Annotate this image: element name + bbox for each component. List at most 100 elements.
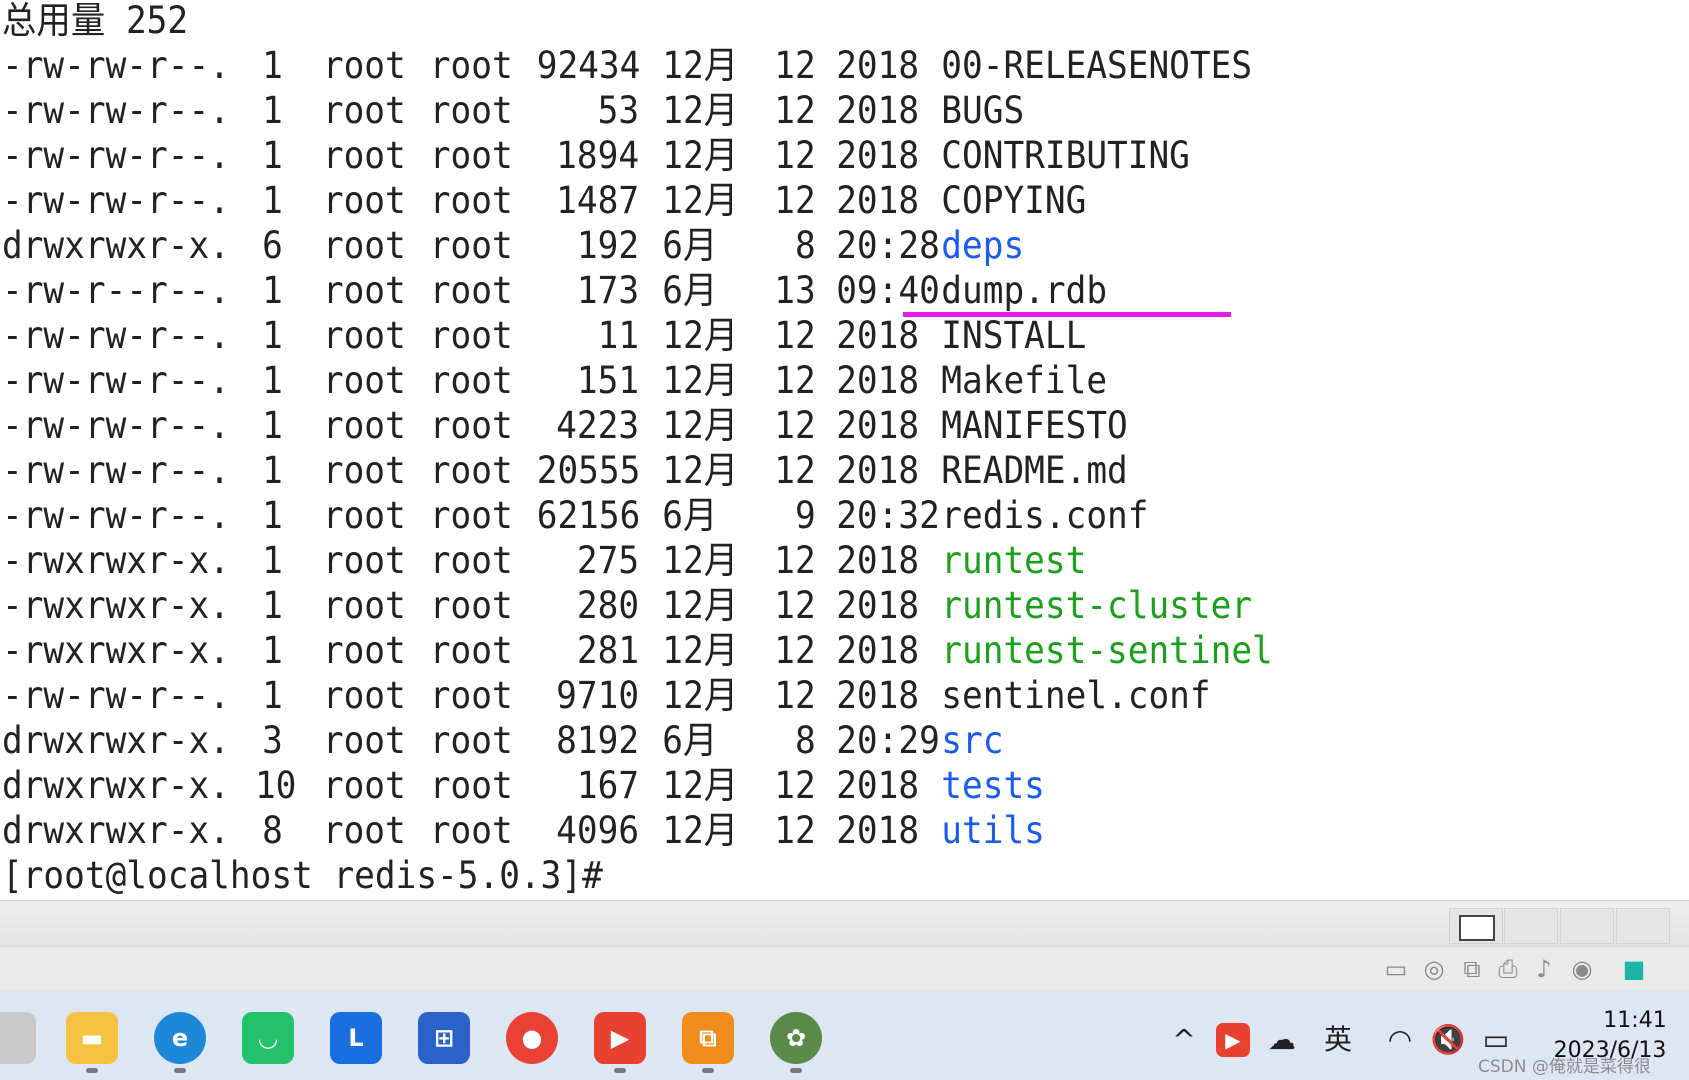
store-icon[interactable]: ⊞ [418,1012,470,1064]
listing-row: -rw-rw-r--. 1 root root 9710 12月 12 2018 sentine… [2,673,1537,718]
cell-owner: root [322,584,406,627]
listing-row: -rw-rw-r--. 1 root root 1487 12月 12 2018 COPYING [2,178,1537,223]
window-view-icon [1459,915,1495,941]
running-indicator [614,1068,626,1073]
vmware-icon[interactable]: ⧉ [682,1012,734,1064]
cell-perms: drwxrwxr-x. [2,224,230,267]
printer-icon[interactable]: ⎙ [1494,955,1522,983]
cell-month: 12月 [662,449,739,492]
note-icon[interactable]: ■ [1620,955,1648,983]
cell-links: 1 [262,89,283,132]
ime-indicator[interactable]: 英 [1318,1020,1358,1060]
cell-size: 167 [576,764,640,807]
cell-group: root [429,89,513,132]
cell-name: CONTRIBUTING [941,134,1190,177]
cell-time: 2018 [836,89,920,132]
terminal-window[interactable]: 总用量 252 -rw-rw-r--. 1 root root 92434 12月 12 20… [0,0,1689,900]
cell-links: 1 [262,134,283,177]
cell-time: 2018 [836,809,920,852]
cell-owner: root [322,494,406,537]
cell-perms: -rwxrwxr-x. [2,539,230,582]
cell-owner: root [322,719,406,762]
wps-tray-icon[interactable]: ▶ [1216,1023,1250,1057]
cell-group: root [429,44,513,87]
cell-group: root [429,269,513,312]
wps-icon[interactable]: ▶ [594,1012,646,1064]
cell-owner: root [322,179,406,222]
cell-time: 2018 [836,134,920,177]
prompt-line[interactable]: [root@localhost redis-5.0.3]# [2,853,603,898]
cell-group: root [429,719,513,762]
cell-perms: -rwxrwxr-x. [2,584,230,627]
cell-size: 275 [576,539,640,582]
cell-size: 280 [576,584,640,627]
cell-name: src [941,719,1004,762]
cell-time: 2018 [836,404,920,447]
cell-group: root [429,449,513,492]
cell-month: 12月 [662,539,739,582]
edge-icon[interactable]: e [154,1012,206,1064]
cell-links: 1 [262,404,283,447]
network-icon[interactable]: ⧉ [1458,955,1486,983]
volume-muted-icon[interactable]: 🔇 [1428,1020,1468,1060]
cell-day: 12 [774,179,816,222]
file-explorer-icon[interactable]: ▬ [66,1012,118,1064]
cell-owner: root [322,44,406,87]
listing-row: drwxrwxr-x. 8 root root 4096 12月 12 2018 utils [2,808,1537,853]
cell-links: 1 [262,314,283,357]
listing-row: drwxrwxr-x. 10 root root 167 12月 12 2018 tests [2,763,1537,808]
photo-icon[interactable]: ✿ [770,1012,822,1064]
partial-app-icon[interactable] [0,1012,36,1064]
vm-status-bar [0,900,1689,947]
cell-group: root [429,584,513,627]
view-toggle-4[interactable] [1616,908,1670,944]
cell-time: 20:32 [836,494,940,537]
running-indicator [702,1068,714,1073]
cell-size: 192 [576,224,640,267]
cell-month: 12月 [662,89,739,132]
cell-day: 12 [774,629,816,672]
cell-size: 11 [597,314,640,357]
clock-time[interactable]: 11:41 [1590,1008,1680,1033]
hard-disk-icon[interactable]: ▭ [1382,955,1410,983]
cell-size: 62156 [536,494,641,537]
cell-time: 2018 [836,179,920,222]
view-toggle-3[interactable] [1560,908,1614,944]
optical-drive-icon[interactable]: ◎ [1420,955,1448,983]
cell-links: 1 [262,584,283,627]
cell-owner: root [322,134,406,177]
wechat-work-icon[interactable]: ◡ [242,1012,294,1064]
cell-month: 12月 [662,134,739,177]
listing-row: -rwxrwxr-x. 1 root root 280 12月 12 2018 runtest-… [2,583,1537,628]
cell-time: 2018 [836,449,920,492]
cell-perms: -rw-rw-r--. [2,674,230,717]
view-toggle-1[interactable] [1449,908,1503,944]
listing-row: -rw-rw-r--. 1 root root 62156 6月 9 20:32 redis.c… [2,493,1537,538]
lenovo-icon[interactable]: L [330,1012,382,1064]
listing-row: -rw-rw-r--. 1 root root 20555 12月 12 2018 README… [2,448,1537,493]
cell-group: root [429,179,513,222]
cell-size: 1487 [556,179,640,222]
cell-size: 1894 [556,134,640,177]
wifi-icon[interactable]: ◠ [1380,1020,1420,1060]
cell-size: 151 [576,359,640,402]
cell-owner: root [322,89,406,132]
cloud-icon[interactable]: ☁ [1262,1020,1302,1060]
cell-links: 3 [262,719,283,762]
listing-row: drwxrwxr-x. 6 root root 192 6月 8 20:28 deps [2,223,1537,268]
cell-links: 1 [262,449,283,492]
cell-links: 1 [262,539,283,582]
view-toggle-2[interactable] [1504,908,1558,944]
cell-name: tests [941,764,1045,807]
cell-day: 13 [774,269,816,312]
cell-owner: root [322,674,406,717]
cell-time: 2018 [836,629,920,672]
cell-owner: root [322,809,406,852]
chrome-icon[interactable]: ● [506,1012,558,1064]
usb-icon[interactable]: ◉ [1568,955,1596,983]
cell-size: 281 [576,629,640,672]
cell-group: root [429,134,513,177]
cell-owner: root [322,269,406,312]
sound-icon[interactable]: ♪ [1530,955,1558,983]
chevron-up-icon[interactable]: ^ [1168,1020,1200,1060]
